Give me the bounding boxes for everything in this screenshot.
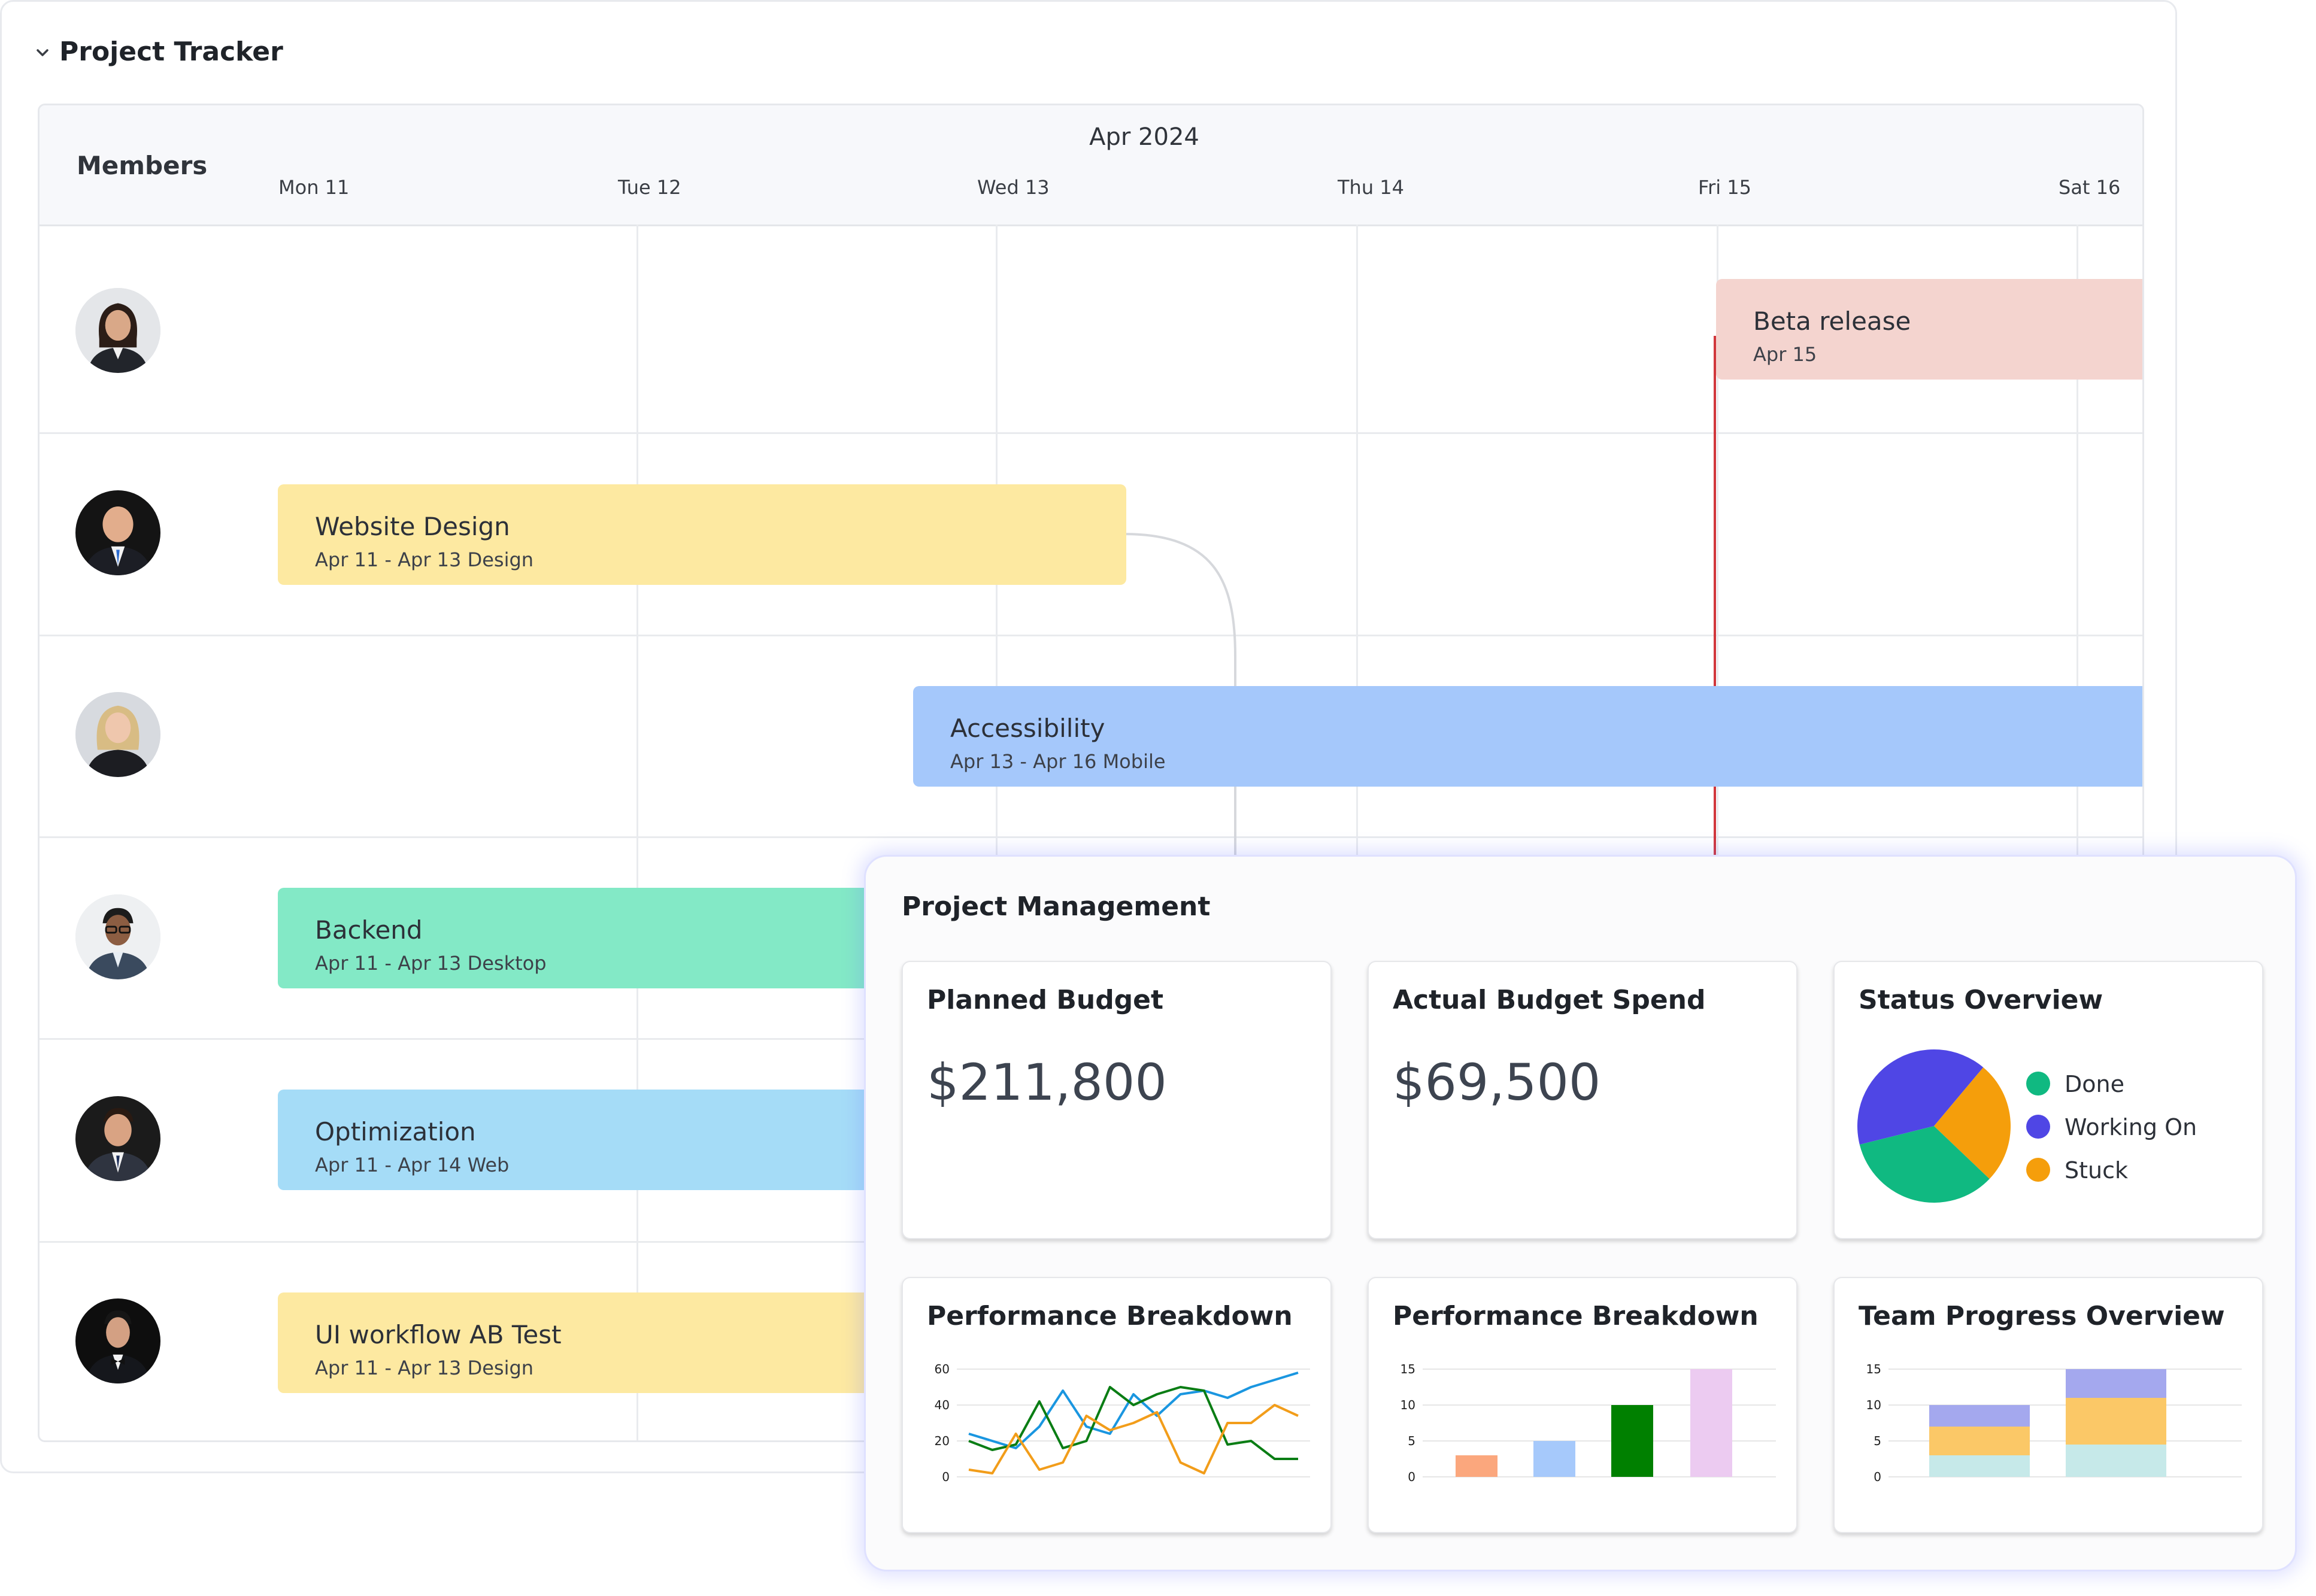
status-overview-card[interactable]: Status Overview Done Working On Stuck: [1833, 961, 2263, 1239]
legend-item-stuck: Stuck: [2026, 1157, 2128, 1184]
task-title: Website Design: [315, 512, 510, 541]
day-label-fri: Fri 15: [1698, 176, 1752, 199]
y-tick-label: 0: [942, 1470, 950, 1484]
team-progress-card[interactable]: Team Progress Overview 0 5 10 15: [1833, 1277, 2263, 1533]
avatar[interactable]: [75, 692, 160, 777]
y-tick-label: 0: [1874, 1470, 1881, 1484]
row-divider: [40, 836, 2142, 838]
row-divider: [40, 635, 2142, 636]
actual-budget-card[interactable]: Actual Budget Spend $69,500: [1368, 961, 1797, 1239]
y-tick-label: 10: [1866, 1398, 1881, 1412]
legend-label: Working On: [2065, 1114, 2197, 1140]
stack-segment-0-0: [1929, 1455, 2030, 1477]
y-tick-label: 10: [1400, 1398, 1415, 1412]
y-tick-label: 20: [935, 1434, 950, 1448]
bar-1: [1533, 1441, 1575, 1477]
stack-segment-0-1: [1929, 1427, 2030, 1455]
task-dates: Apr 11 - Apr 13 Design: [315, 548, 534, 571]
task-title: Backend: [315, 915, 423, 945]
card-title: Planned Budget: [927, 985, 1164, 1015]
task-bar-beta-release[interactable]: Beta release Apr 15: [1716, 279, 2142, 380]
stack-segment-0-2: [1929, 1405, 2030, 1427]
avatar[interactable]: [75, 490, 160, 575]
status-pie-chart: [1857, 1049, 2011, 1203]
gantt-header: Members Apr 2024 Mon 11 Tue 12 Wed 13 Th…: [40, 105, 2142, 226]
task-dates: Apr 11 - Apr 13 Design: [315, 1357, 534, 1379]
y-tick-label: 5: [1408, 1434, 1415, 1448]
bar-3: [1690, 1369, 1732, 1477]
y-tick-label: 5: [1874, 1434, 1881, 1448]
avatar-man-suit-icon: [75, 1096, 160, 1181]
avatar-man-bowtie-icon: [75, 1298, 160, 1383]
day-label-mon: Mon 11: [278, 176, 350, 199]
stack-segment-1-1: [2066, 1398, 2166, 1445]
task-bar-accessibility[interactable]: Accessibility Apr 13 - Apr 16 Mobile: [913, 686, 2142, 787]
panel-title: Project Management: [902, 891, 1211, 922]
card-title: Performance Breakdown: [927, 1301, 1293, 1331]
task-dates: Apr 11 - Apr 13 Desktop: [315, 952, 547, 975]
performance-line-card[interactable]: Performance Breakdown 0 20 40 60: [902, 1277, 1332, 1533]
day-label-thu: Thu 14: [1338, 176, 1404, 199]
stack-segment-1-2: [2066, 1369, 2166, 1398]
y-tick-label: 0: [1408, 1470, 1415, 1484]
members-column-label: Members: [77, 151, 208, 180]
avatar[interactable]: [75, 894, 160, 979]
month-label: Apr 2024: [1089, 123, 1199, 151]
tracker-title: Project Tracker: [59, 37, 283, 67]
avatar-woman-blonde-icon: [75, 692, 160, 777]
stack-segment-1-0: [2066, 1445, 2166, 1477]
bar-2: [1611, 1405, 1653, 1477]
line-series-2: [968, 1404, 1299, 1474]
avatar[interactable]: [75, 1298, 160, 1383]
planned-budget-card[interactable]: Planned Budget $211,800: [902, 961, 1332, 1239]
avatar-woman-dark-hair-icon: [75, 288, 160, 373]
legend-swatch: [2026, 1071, 2050, 1096]
legend-label: Stuck: [2065, 1157, 2129, 1184]
task-bar-optimization[interactable]: Optimization Apr 11 - Apr 14 Web: [278, 1090, 936, 1190]
legend-item-working-on: Working On: [2026, 1114, 2197, 1141]
avatar[interactable]: [75, 1096, 160, 1181]
y-tick-label: 60: [935, 1362, 950, 1376]
day-label-sat: Sat 16: [2059, 176, 2121, 199]
card-title: Performance Breakdown: [1393, 1301, 1759, 1331]
task-title: Optimization: [315, 1117, 476, 1146]
performance-line-chart: 0 20 40 60: [935, 1362, 1310, 1484]
y-tick-label: 15: [1866, 1362, 1881, 1376]
actual-budget-value: $69,500: [1393, 1053, 1601, 1112]
task-bar-ui-workflow[interactable]: UI workflow AB Test Apr 11 - Apr 13 Desi…: [278, 1292, 936, 1393]
day-label-tue: Tue 12: [618, 176, 681, 199]
task-dates: Apr 13 - Apr 16 Mobile: [950, 750, 1166, 773]
avatar-man-bald-icon: [75, 490, 160, 575]
y-tick-label: 40: [935, 1398, 950, 1412]
day-label-wed: Wed 13: [977, 176, 1050, 199]
team-progress-chart: 0 5 10 15: [1866, 1362, 2242, 1484]
task-title: UI workflow AB Test: [315, 1320, 562, 1349]
legend-label: Done: [2065, 1071, 2124, 1097]
card-title: Actual Budget Spend: [1393, 985, 1706, 1015]
avatar[interactable]: [75, 288, 160, 373]
task-bar-website-design[interactable]: Website Design Apr 11 - Apr 13 Design: [278, 484, 1126, 585]
row-divider: [40, 432, 2142, 434]
chevron-down-icon[interactable]: [34, 44, 51, 61]
grid-line: [636, 224, 638, 1440]
legend-item-done: Done: [2026, 1071, 2124, 1098]
task-dates: Apr 15: [1753, 343, 1817, 366]
task-title: Beta release: [1753, 307, 1911, 336]
card-title: Status Overview: [1859, 985, 2103, 1015]
task-bar-backend[interactable]: Backend Apr 11 - Apr 13 Desktop: [278, 888, 936, 988]
card-title: Team Progress Overview: [1859, 1301, 2225, 1331]
bar-0: [1456, 1455, 1497, 1477]
legend-swatch: [2026, 1157, 2050, 1182]
y-tick-label: 15: [1400, 1362, 1415, 1376]
task-title: Accessibility: [950, 714, 1105, 743]
task-dates: Apr 11 - Apr 14 Web: [315, 1154, 510, 1176]
planned-budget-value: $211,800: [927, 1053, 1167, 1112]
legend-swatch: [2026, 1114, 2050, 1139]
avatar-man-glasses-icon: [75, 894, 160, 979]
performance-bar-chart: 0 5 10 15: [1400, 1362, 1776, 1484]
project-management-panel: Project Management Planned Budget $211,8…: [864, 855, 2297, 1571]
performance-bar-card[interactable]: Performance Breakdown 0 5 10 15: [1368, 1277, 1797, 1533]
